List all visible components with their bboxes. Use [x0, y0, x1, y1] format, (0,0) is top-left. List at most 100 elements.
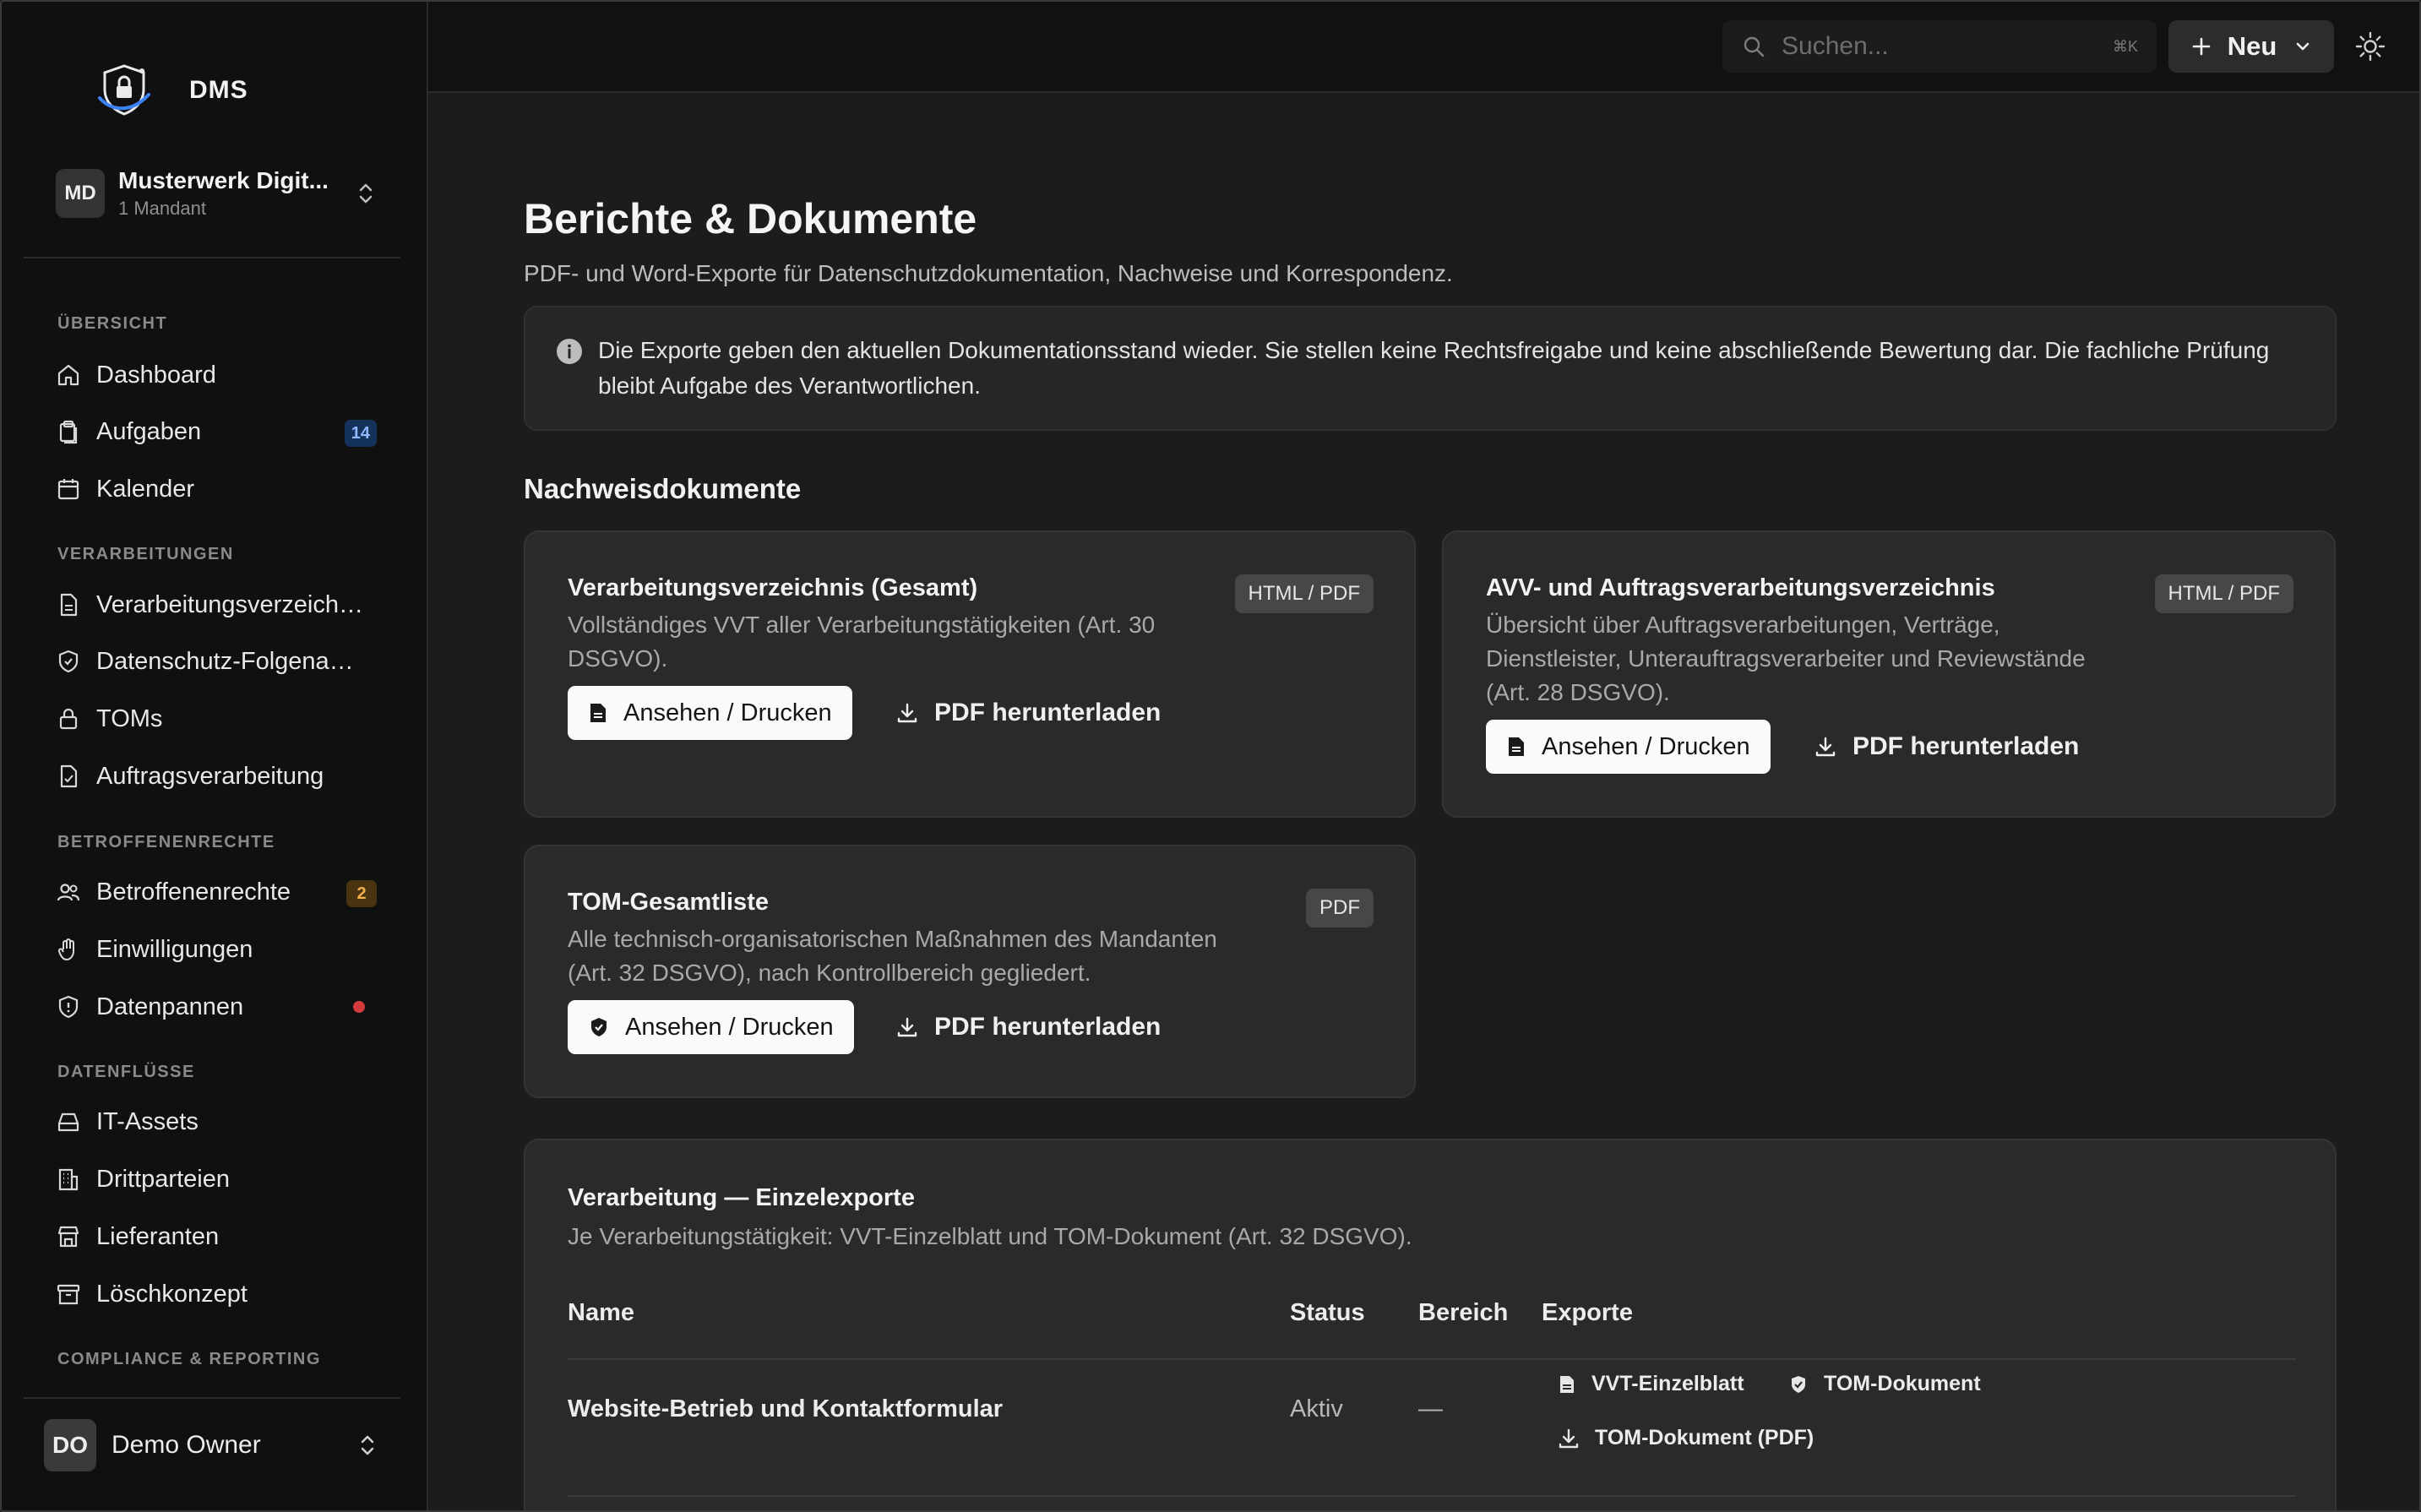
export-link-label: VVT-Einzelblatt	[1591, 1372, 1744, 1395]
format-tag: HTML / PDF	[1234, 574, 1374, 613]
sidebar-item-loeschkonzept[interactable]: Löschkonzept	[56, 1272, 377, 1316]
user-menu[interactable]: DO Demo Owner	[44, 1417, 378, 1473]
archive-icon	[57, 1284, 80, 1305]
sidebar-item-lieferanten[interactable]: Lieferanten	[56, 1215, 377, 1259]
export-tom-dokument-link[interactable]: TOM-Dokument	[1788, 1372, 1981, 1396]
sidebar-item-dsfa[interactable]: Datenschutz-Folgenabschätzung	[56, 639, 377, 683]
sidebar-item-label: Drittparteien	[96, 1165, 230, 1193]
tenant-name: Musterwerk Digit...	[118, 167, 329, 193]
document-card-avv: AVV- und Auftragsverarbeitungsverzeichni…	[1442, 530, 2336, 818]
shield-check-icon	[591, 1018, 607, 1036]
sidebar-item-dashboard[interactable]: Dashboard	[56, 353, 377, 397]
view-print-label: Ansehen / Drucken	[1542, 732, 1750, 760]
clipboard-icon	[59, 420, 78, 444]
file-text-icon	[1509, 737, 1524, 756]
shield-check-icon	[1792, 1375, 1805, 1393]
card-title: AVV- und Auftragsverarbeitungsverzeichni…	[1486, 574, 1995, 601]
sidebar-item-label: Dashboard	[96, 361, 216, 389]
card-description: Vollständiges VVT aller Verarbeitungstät…	[568, 608, 1155, 676]
sidebar-item-label: Datenschutz-Folgenabschätzung	[96, 647, 367, 675]
sidebar-item-verarbeitungsverzeichnis[interactable]: Verarbeitungsverzeichnis	[56, 583, 377, 627]
search-input[interactable]	[1782, 32, 2086, 61]
card-description-line: Vollständiges VVT aller Verarbeitungstät…	[568, 612, 1156, 638]
hard-drive-icon	[57, 1112, 79, 1132]
page-subtitle: PDF- und Word-Exporte für Datenschutzdok…	[524, 260, 1453, 286]
section-label-datenfluesse: DATENFLÜSSE	[57, 1063, 195, 1081]
pdf-download-button[interactable]: PDF herunterladen	[895, 1000, 1161, 1054]
view-print-button[interactable]: Ansehen / Drucken	[568, 1000, 854, 1054]
file-icon	[60, 593, 78, 617]
view-print-button[interactable]: Ansehen / Drucken	[1486, 720, 1771, 774]
table-row-divider	[568, 1495, 2296, 1497]
column-header-status: Status	[1290, 1299, 1365, 1326]
view-print-label: Ansehen / Drucken	[625, 1013, 834, 1041]
chevron-down-icon	[2296, 42, 2309, 51]
sidebar-item-aufgaben[interactable]: Aufgaben 14	[56, 410, 377, 454]
table-card-title: Verarbeitung — Einzelexporte	[568, 1184, 915, 1211]
alert-indicator-dot	[353, 1001, 365, 1013]
sidebar-item-betroffenenrechte[interactable]: Betroffenenrechte 2	[56, 870, 377, 914]
column-header-exporte: Exporte	[1542, 1299, 1633, 1326]
sidebar-item-it-assets[interactable]: IT-Assets	[56, 1100, 377, 1144]
file-check-icon	[60, 764, 78, 788]
avatar: DO	[44, 1419, 96, 1471]
tenant-subtitle: 1 Mandant	[118, 198, 206, 219]
tenant-switcher[interactable]: MD Musterwerk Digit... 1 Mandant	[56, 164, 377, 223]
sidebar-item-einwilligungen[interactable]: Einwilligungen	[56, 927, 377, 971]
sidebar-item-datenpannen[interactable]: Datenpannen	[56, 985, 377, 1029]
count-badge: 14	[344, 420, 377, 447]
new-button[interactable]: Neu	[2168, 20, 2334, 73]
search-box[interactable]: ⌘K	[1722, 20, 2157, 73]
hand-icon	[57, 938, 74, 960]
sidebar-item-kalender[interactable]: Kalender	[56, 467, 377, 511]
sidebar-item-label: Lieferanten	[96, 1222, 220, 1250]
sidebar-item-auftragsverarbeitung[interactable]: Auftragsverarbeitung	[56, 754, 377, 798]
sidebar-item-label: Einwilligungen	[96, 935, 253, 963]
row-status: Aktiv	[1290, 1395, 1343, 1422]
view-print-label: Ansehen / Drucken	[623, 699, 832, 726]
brand[interactable]: DMS	[95, 61, 248, 120]
export-vvt-einzelblatt-link[interactable]: VVT-Einzelblatt	[1558, 1372, 1744, 1396]
sidebar-item-label: Löschkonzept	[96, 1280, 248, 1308]
users-icon	[57, 884, 80, 901]
row-name: Website-Betrieb und Kontaktformular	[568, 1395, 1004, 1422]
download-icon	[1559, 1428, 1579, 1448]
pdf-download-button[interactable]: PDF herunterladen	[895, 686, 1161, 740]
sidebar-item-label: Kalender	[96, 475, 195, 503]
export-link-label: TOM-Dokument (PDF)	[1595, 1426, 1814, 1449]
table-card-subtitle: Je Verarbeitungstätigkeit: VVT-Einzelbla…	[568, 1223, 1412, 1249]
sidebar-item-label: Datenpannen	[96, 993, 244, 1020]
card-description-line: Dienstleister, Unterauftragsverarbeiter …	[1486, 645, 2086, 672]
section-label-uebersicht: ÜBERSICHT	[57, 314, 168, 333]
pdf-download-button[interactable]: PDF herunterladen	[1814, 720, 2079, 774]
sun-icon[interactable]	[2354, 30, 2386, 63]
app-window: DMS MD Musterwerk Digit... 1 Mandant ÜBE…	[0, 0, 2421, 1512]
section-label-verarbeitungen: VERARBEITUNGEN	[57, 545, 234, 563]
sidebar-item-label: Verarbeitungsverzeichnis	[96, 590, 367, 618]
export-tom-dokument-pdf-link[interactable]: TOM-Dokument (PDF)	[1558, 1426, 1814, 1450]
topbar: ⌘K Neu	[428, 2, 2419, 93]
sidebar-item-label: Aufgaben	[96, 417, 202, 445]
sidebar-item-label: IT-Assets	[96, 1107, 199, 1135]
single-exports-card: Verarbeitung — Einzelexporte Je Verarbei…	[524, 1139, 2337, 1510]
sidebar-item-toms[interactable]: TOMs	[56, 697, 377, 741]
pdf-download-label: PDF herunterladen	[1852, 732, 2080, 760]
sidebar-divider	[24, 1397, 400, 1399]
card-description-line: (Art. 28 DSGVO).	[1486, 679, 1670, 705]
view-print-button[interactable]: Ansehen / Drucken	[568, 686, 852, 740]
sidebar-item-drittparteien[interactable]: Drittparteien	[56, 1157, 377, 1201]
document-card-vvt: Verarbeitungsverzeichnis (Gesamt) HTML /…	[524, 530, 1416, 818]
search-shortcut: ⌘K	[2112, 37, 2138, 55]
download-icon	[897, 703, 917, 723]
card-title: Verarbeitungsverzeichnis (Gesamt)	[568, 574, 978, 601]
card-description-line: Übersicht über Auftragsverarbeitungen, V…	[1486, 612, 2000, 638]
tenant-avatar: MD	[56, 169, 105, 218]
home-icon	[57, 364, 79, 386]
new-button-label: Neu	[2227, 31, 2277, 61]
format-tag: HTML / PDF	[2154, 574, 2293, 613]
sidebar-item-label: Betroffenenrechte	[96, 878, 291, 906]
column-header-name: Name	[568, 1299, 634, 1326]
sidebar-item-label: Auftragsverarbeitung	[96, 762, 324, 790]
info-notice: Die Exporte geben den aktuellen Dokument…	[524, 306, 2337, 431]
card-title: TOM-Gesamtliste	[568, 889, 769, 916]
